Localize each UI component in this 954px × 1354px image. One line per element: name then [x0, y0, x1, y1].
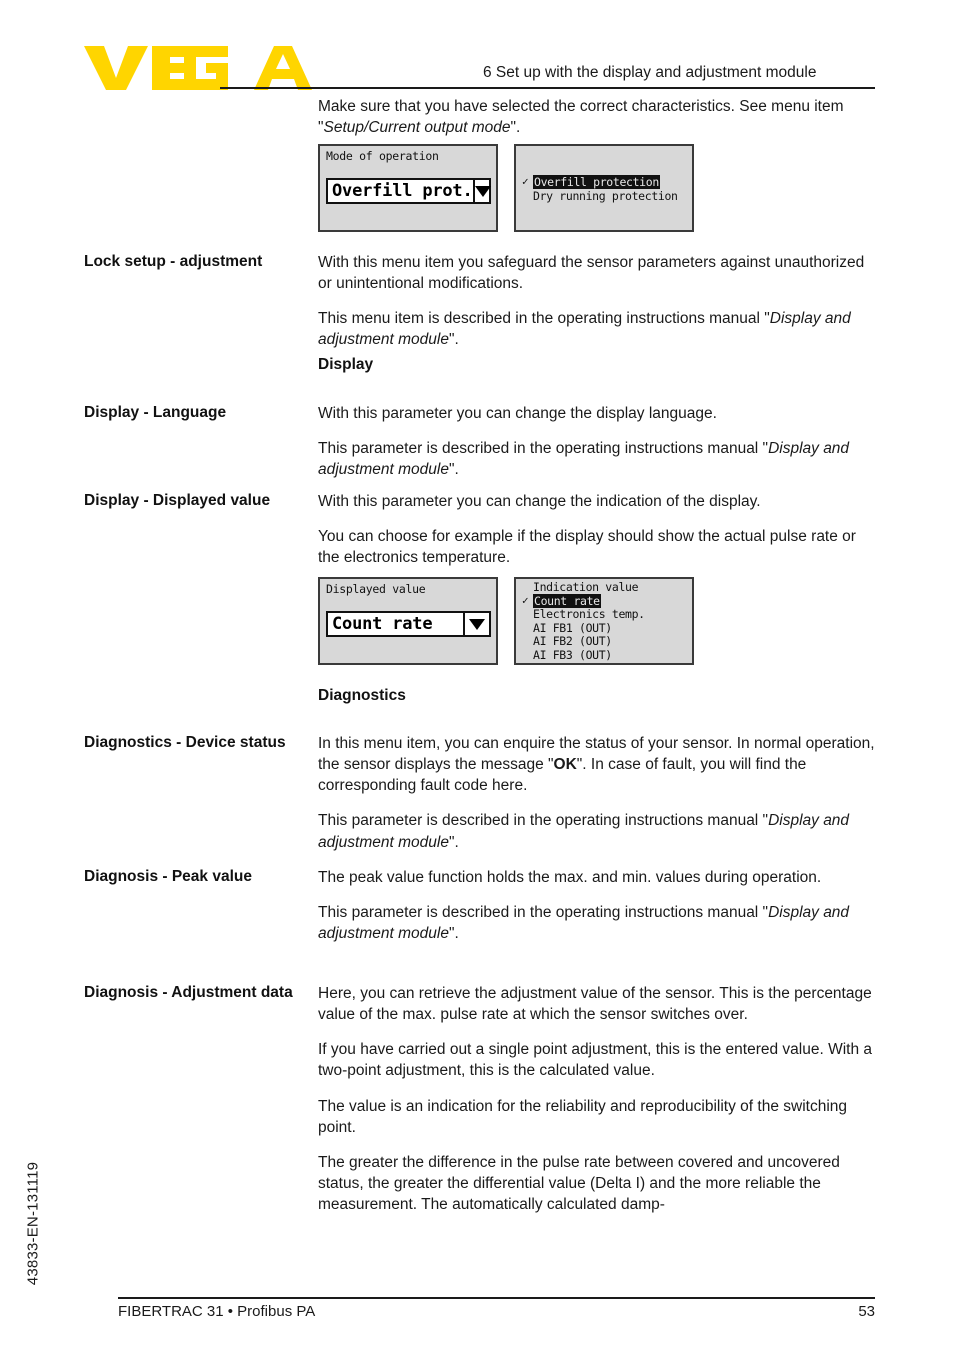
lcd-figure-1-row: Mode of operation Overfill prot. ✓ Overfi…: [0, 144, 954, 252]
intro-italic: Setup/Current output mode: [323, 119, 511, 137]
lcd2-item-3: AI FB2 (OUT): [533, 634, 612, 648]
diagnostics-heading-row: Diagnostics: [0, 687, 954, 733]
intro-column: Make sure that you have selected the cor…: [318, 96, 878, 138]
page-content: Make sure that you have selected the cor…: [0, 96, 954, 1213]
peak-value-p2: This parameter is described in the opera…: [318, 902, 878, 944]
side-label-peak-value: Diagnosis - Peak value: [84, 868, 252, 885]
lcd2-left-title: Displayed value: [326, 582, 426, 596]
lcd-pair-2: Displayed value Count rate Indication va…: [318, 577, 878, 669]
lcd-mode-of-operation-list: ✓ Overfill protection Dry running protect…: [514, 144, 694, 232]
display-language-p2-pre: This parameter is described in the opera…: [318, 440, 769, 458]
lcd2-right-title: Indication value: [533, 580, 639, 594]
side-label-adjustment-data: Diagnosis - Adjustment data: [84, 984, 293, 1001]
lcd-mode-of-operation: Mode of operation Overfill prot.: [318, 144, 498, 232]
header-divider: [220, 87, 875, 89]
peak-value-p2-post: ".: [448, 925, 459, 943]
device-status-body: In this menu item, you can enquire the s…: [318, 733, 878, 853]
lock-setup-p2: This menu item is described in the opera…: [318, 308, 878, 350]
diagnostics-heading: Diagnostics: [318, 687, 406, 704]
side-label-device-status: Diagnostics - Device status: [84, 734, 286, 751]
page-number: 53: [858, 1303, 875, 1320]
lcd2-left-value: Count rate: [332, 614, 433, 634]
lcd-displayed-value: Displayed value Count rate: [318, 577, 498, 665]
list-item[interactable]: AI FB2 (OUT): [522, 634, 688, 649]
lcd-pair-1: Mode of operation Overfill prot. ✓ Overfi…: [318, 144, 878, 236]
lock-setup-p1: With this menu item you safeguard the se…: [318, 254, 865, 293]
chevron-down-icon[interactable]: [463, 613, 489, 635]
device-status-ok: OK: [553, 756, 577, 774]
display-heading-row: Display: [0, 356, 954, 403]
lcd-figure-2: Displayed value Count rate Indication va…: [318, 577, 878, 669]
footer-product: FIBERTRAC 31 • Profibus PA: [118, 1303, 316, 1320]
lcd1-item-1: Dry running protection: [533, 188, 678, 203]
list-item[interactable]: ✓ Overfill protection: [522, 175, 688, 190]
section-display-language: Display - Language With this parameter y…: [0, 403, 954, 491]
lcd1-left-title: Mode of operation: [326, 149, 439, 163]
displayed-value-p2: You can choose for example if the displa…: [318, 528, 856, 567]
lcd2-item-0: Count rate: [533, 593, 601, 608]
adjustment-data-body: Here, you can retrieve the adjustment va…: [318, 983, 878, 1215]
display-language-p1: With this parameter you can change the d…: [318, 405, 717, 422]
chevron-down-icon[interactable]: [472, 180, 491, 202]
page-header: 6 Set up with the display and adjustment…: [0, 0, 954, 96]
lcd1-right-list: ✓ Overfill protection Dry running protect…: [522, 175, 688, 204]
side-label-display-language: Display - Language: [84, 404, 227, 421]
side-label-lock-setup: Lock setup - adjustment: [84, 253, 263, 270]
display-language-p2-post: ".: [448, 461, 459, 479]
lock-setup-body: With this menu item you safeguard the se…: [318, 252, 878, 351]
lock-setup-p2-post: ".: [448, 331, 459, 349]
lcd-indication-value-list: Indication value ✓ Count rate Electronics…: [514, 577, 694, 665]
vega-logo-part2: [184, 46, 312, 90]
check-icon: ✓: [522, 175, 529, 188]
device-status-p2: This parameter is described in the opera…: [318, 810, 878, 852]
list-item[interactable]: Dry running protection: [522, 188, 688, 204]
footer-divider: [118, 1297, 875, 1299]
intro-row: Make sure that you have selected the cor…: [0, 96, 954, 144]
list-item[interactable]: AI FB3 (OUT): [522, 647, 688, 663]
section-device-status: Diagnostics - Device status In this menu…: [0, 733, 954, 867]
lcd2-left-dropdown[interactable]: Count rate: [326, 611, 491, 637]
section-adjustment-data: Diagnosis - Adjustment data Here, you ca…: [0, 983, 954, 1213]
display-language-body: With this parameter you can change the d…: [318, 403, 878, 480]
lcd1-left-value: Overfill prot.: [332, 181, 473, 201]
document-code: 43833-EN-131119: [24, 1161, 42, 1286]
display-heading: Display: [318, 356, 374, 373]
display-heading-col: Display: [318, 356, 878, 374]
displayed-value-body: With this parameter you can change the i…: [318, 491, 878, 568]
peak-value-body: The peak value function holds the max. a…: [318, 867, 878, 944]
peak-value-p2-pre: This parameter is described in the opera…: [318, 904, 769, 922]
device-status-p2-pre: This parameter is described in the opera…: [318, 812, 769, 830]
lcd2-item-1: Electronics temp.: [533, 607, 645, 621]
section-peak-value: Diagnosis - Peak value The peak value fu…: [0, 867, 954, 983]
section-lock-setup: Lock setup - adjustment With this menu i…: [0, 252, 954, 356]
adjustment-data-p2: If you have carried out a single point a…: [318, 1041, 873, 1080]
device-status-p2-post: ".: [448, 833, 459, 851]
chapter-title: 6 Set up with the display and adjustment…: [483, 64, 817, 81]
list-item[interactable]: ✓ Count rate: [522, 593, 688, 609]
intro-text-after: ".: [510, 119, 521, 137]
lcd-figure-2-row: Displayed value Count rate Indication va…: [0, 577, 954, 687]
adjustment-data-p4: The greater the difference in the pulse …: [318, 1153, 840, 1214]
section-displayed-value: Display - Displayed value With this para…: [0, 491, 954, 577]
lcd2-item-4: AI FB3 (OUT): [533, 647, 612, 662]
diagnostics-heading-col: Diagnostics: [318, 687, 878, 705]
lcd2-right-list: Indication value ✓ Count rate Electronics…: [522, 580, 688, 663]
check-icon: ✓: [522, 593, 529, 607]
list-item[interactable]: Electronics temp.: [522, 607, 688, 622]
lcd1-item-0: Overfill protection: [533, 175, 660, 189]
intro-paragraph: Make sure that you have selected the cor…: [318, 96, 878, 138]
adjustment-data-p1: Here, you can retrieve the adjustment va…: [318, 985, 872, 1024]
peak-value-p1: The peak value function holds the max. a…: [318, 869, 822, 886]
lcd2-item-2: AI FB1 (OUT): [533, 620, 612, 635]
lcd-figure-1: Mode of operation Overfill prot. ✓ Overfi…: [318, 144, 878, 236]
lock-setup-p2-pre: This menu item is described in the opera…: [318, 310, 770, 328]
display-language-p2: This parameter is described in the opera…: [318, 438, 878, 480]
lcd1-left-dropdown[interactable]: Overfill prot.: [326, 178, 491, 204]
list-item[interactable]: AI FB1 (OUT): [522, 620, 688, 636]
displayed-value-p1: With this parameter you can change the i…: [318, 493, 761, 510]
side-label-displayed-value: Display - Displayed value: [84, 492, 271, 509]
device-status-p1: In this menu item, you can enquire the s…: [318, 733, 878, 796]
adjustment-data-p3: The value is an indication for the relia…: [318, 1097, 848, 1136]
